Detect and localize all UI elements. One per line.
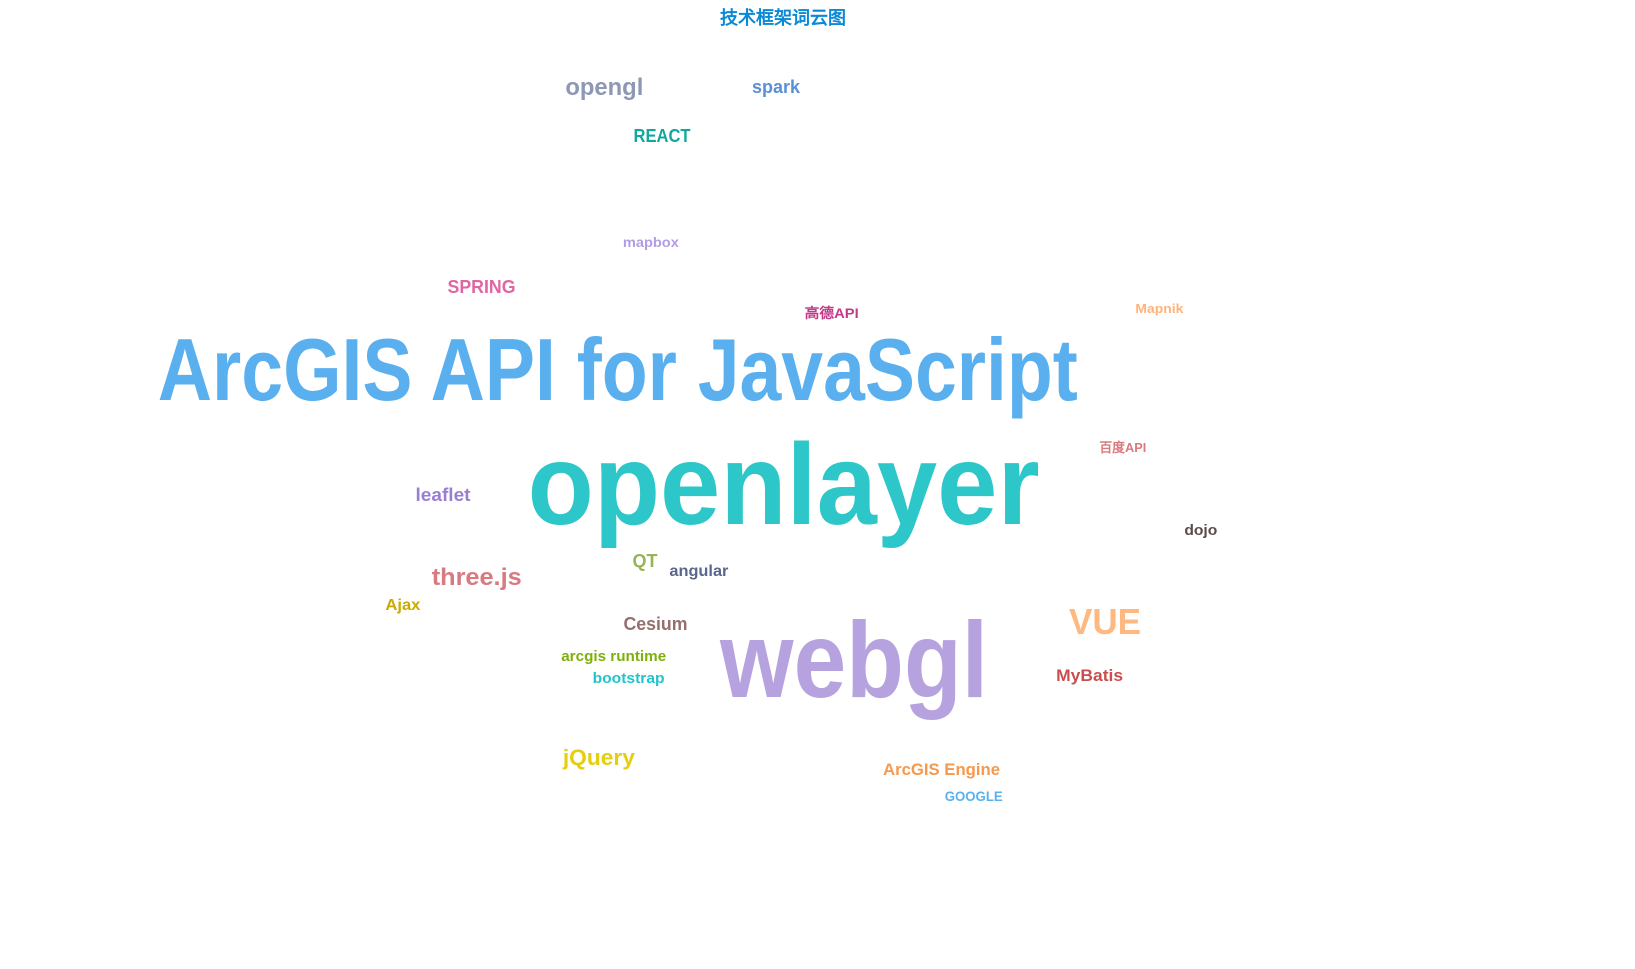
word-bootstrap: bootstrap	[592, 669, 665, 687]
word-openlayer: openlayer	[528, 420, 1040, 549]
word-opengl: opengl	[565, 74, 643, 101]
word-mapbox: mapbox	[623, 234, 679, 250]
word-arcgis-engine: ArcGIS Engine	[883, 759, 1001, 779]
word-angular: angular	[669, 563, 729, 580]
word-ajax: Ajax	[385, 597, 421, 614]
word-webgl: webgl	[720, 599, 988, 720]
word-react: REACT	[633, 126, 691, 146]
word-mybatis: MyBatis	[1056, 665, 1124, 685]
word-百度api: 百度API	[1099, 439, 1147, 455]
word-jquery: jQuery	[562, 745, 635, 770]
word-google: GOOGLE	[944, 788, 1003, 804]
word-arcgis-api-for-javascript: ArcGIS API for JavaScript	[157, 320, 1078, 419]
word-vue: VUE	[1069, 601, 1141, 642]
word-arcgis-runtime: arcgis runtime	[561, 647, 667, 665]
word-spark: spark	[751, 77, 800, 97]
word-cloud: opengl spark REACT mapbox SPRING 高德API Mapnik A…	[0, 0, 1635, 969]
word-mapnik: Mapnik	[1134, 300, 1183, 316]
word-leaflet: leaflet	[415, 485, 471, 505]
word-cesium: Cesium	[624, 614, 688, 634]
word-three-js: three.js	[432, 564, 522, 591]
word-dojo: dojo	[1184, 521, 1218, 539]
word-spring: SPRING	[447, 277, 516, 297]
word-qt: QT	[632, 551, 658, 571]
word-高德api: 高德API	[805, 305, 859, 321]
